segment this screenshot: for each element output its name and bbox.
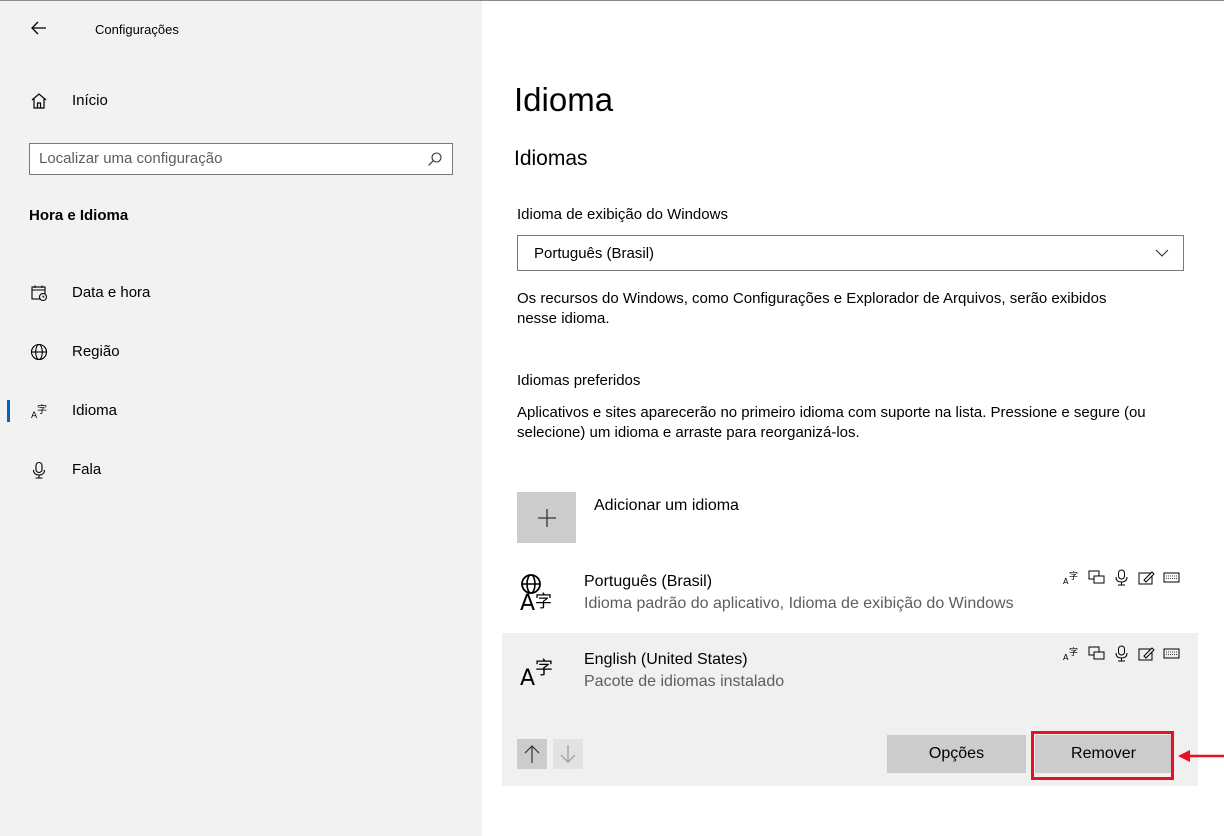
sidebar-item-region[interactable]: Região	[0, 332, 480, 372]
svg-text:A: A	[520, 666, 535, 689]
move-up-button[interactable]	[517, 739, 547, 769]
search-icon[interactable]	[427, 151, 443, 167]
language-detail: Pacote de idiomas instalado	[584, 673, 785, 690]
display-language-label: Idioma de exibição do Windows	[517, 206, 728, 223]
svg-text:字: 字	[1069, 646, 1078, 658]
sidebar-item-label: Idioma	[72, 402, 118, 419]
handwriting-icon	[1138, 569, 1155, 586]
display-language-icon: A字	[1063, 569, 1080, 586]
search-field[interactable]	[29, 143, 453, 175]
main-content: Idioma Idiomas Idioma de exibição do Win…	[482, 1, 1224, 836]
sidebar-item-label: Fala	[72, 461, 102, 478]
microphone-icon	[32, 461, 46, 479]
feature-icons: A字	[1063, 645, 1180, 662]
microphone-icon	[1113, 569, 1130, 586]
svg-text:字: 字	[1069, 570, 1078, 582]
chevron-down-icon	[1155, 249, 1169, 257]
language-icon: A 字	[31, 403, 47, 420]
microphone-icon	[1113, 645, 1130, 662]
sidebar-item-label: Data e hora	[72, 284, 151, 301]
sidebar-item-date-time[interactable]: Data e hora	[0, 273, 480, 313]
feature-icons: A字	[1063, 569, 1180, 586]
svg-text:A: A	[520, 591, 535, 613]
display-language-description: Os recursos do Windows, como Configuraçõ…	[517, 290, 1107, 327]
window-title: Configurações	[95, 22, 179, 37]
text-to-speech-icon	[1088, 645, 1105, 662]
title-bar: Configurações	[0, 13, 480, 43]
language-pack-icon: A 字	[520, 658, 553, 689]
language-name: English (United States)	[584, 651, 748, 668]
sidebar-item-language[interactable]: A 字 Idioma	[0, 391, 480, 431]
keyboard-icon	[1163, 569, 1180, 586]
add-language-button[interactable]	[517, 492, 576, 543]
globe-language-icon: A 字	[520, 574, 552, 613]
svg-text:字: 字	[535, 592, 552, 612]
display-language-dropdown[interactable]: Português (Brasil)	[517, 235, 1184, 271]
preferred-languages-label: Idiomas preferidos	[517, 372, 641, 389]
add-language-label[interactable]: Adicionar um idioma	[594, 497, 739, 515]
page-title: Idioma	[514, 81, 614, 118]
preferred-languages-description: Aplicativos e sites aparecerão no primei…	[517, 404, 1146, 441]
options-button[interactable]: Opções	[887, 735, 1026, 773]
svg-text:字: 字	[37, 403, 47, 416]
search-input[interactable]	[39, 150, 409, 167]
svg-text:字: 字	[535, 658, 553, 679]
sidebar-item-speech[interactable]: Fala	[0, 450, 480, 490]
globe-icon	[30, 343, 48, 361]
move-down-button[interactable]	[553, 739, 583, 769]
keyboard-icon	[1163, 645, 1180, 662]
sidebar-item-label: Região	[72, 343, 120, 360]
handwriting-icon	[1138, 645, 1155, 662]
text-to-speech-icon	[1088, 569, 1105, 586]
language-item[interactable]: A 字 Português (Brasil) Idioma padrão do …	[502, 557, 1198, 627]
arrow-up-icon	[524, 745, 540, 763]
plus-icon	[538, 509, 556, 527]
sidebar: Configurações Início Hora e Idioma Data …	[0, 1, 482, 836]
language-name: Português (Brasil)	[584, 573, 713, 590]
annotation-arrow-icon	[1178, 750, 1224, 762]
home-icon	[31, 93, 47, 109]
annotation-highlight-box	[1031, 731, 1174, 780]
dropdown-value: Português (Brasil)	[534, 245, 655, 262]
display-language-icon: A字	[1063, 645, 1080, 662]
arrow-down-icon	[560, 745, 576, 763]
sidebar-item-home[interactable]: Início	[0, 81, 480, 121]
section-title: Idiomas	[514, 147, 588, 170]
active-indicator	[7, 400, 10, 422]
sidebar-section-title: Hora e Idioma	[29, 207, 129, 224]
calendar-clock-icon	[31, 285, 48, 302]
language-detail: Idioma padrão do aplicativo, Idioma de e…	[584, 595, 1014, 612]
back-arrow-icon[interactable]	[30, 19, 48, 37]
sidebar-item-label: Início	[72, 92, 108, 109]
